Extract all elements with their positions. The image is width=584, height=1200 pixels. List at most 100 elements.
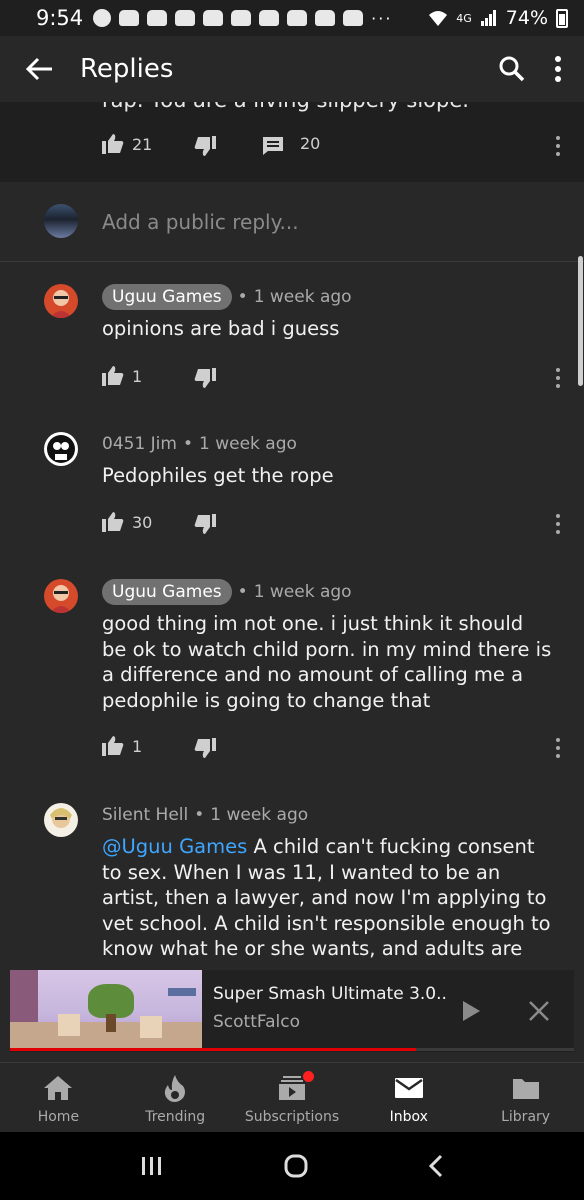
back-button[interactable] — [0, 36, 80, 102]
discord-notification-icon — [147, 10, 168, 26]
play-button[interactable] — [460, 1000, 482, 1026]
nav-library[interactable]: Library — [467, 1063, 584, 1132]
dislike-icon[interactable] — [194, 738, 216, 758]
nav-trending[interactable]: Trending — [117, 1063, 234, 1132]
avatar[interactable] — [44, 803, 78, 837]
parent-comment-actions: 21 20 — [102, 132, 320, 156]
search-button[interactable] — [498, 55, 526, 83]
like-icon[interactable] — [102, 512, 124, 532]
comment-actions: 30 — [102, 510, 216, 534]
like-count: 30 — [132, 512, 153, 532]
scrollbar[interactable] — [578, 256, 583, 386]
discord-notification-icon — [315, 10, 336, 26]
comment-mention[interactable]: @Uguu Games — [102, 835, 247, 858]
comment-text: @Uguu Games A child can't fucking consen… — [102, 834, 552, 987]
dislike-icon[interactable] — [194, 368, 216, 388]
play-icon — [463, 1001, 480, 1021]
page-title: Replies — [80, 54, 174, 84]
battery-percent: 74% — [505, 7, 548, 29]
reply-count-icon[interactable] — [262, 136, 284, 156]
comment-more-button[interactable] — [554, 736, 562, 760]
separator: • — [194, 805, 205, 825]
status-bar: 9:54 ··· 4G 74% — [0, 0, 584, 36]
comment-more-button[interactable] — [554, 366, 562, 390]
avatar[interactable] — [44, 284, 78, 318]
nav-subscriptions[interactable]: Subscriptions — [234, 1063, 351, 1132]
comment-time: 1 week ago — [199, 434, 297, 454]
discord-notification-icon — [203, 10, 224, 26]
parent-comment-text: rap. You are a living slippery slope. — [102, 102, 469, 112]
back-arrow-icon — [26, 57, 52, 81]
comment-text: good thing im not one. i just think it s… — [102, 612, 552, 712]
mini-player[interactable]: Super Smash Ultimate 3.0.. ScottFalco — [10, 970, 574, 1052]
progress-bar — [10, 1048, 417, 1051]
mini-player-title[interactable]: Super Smash Ultimate 3.0.. — [213, 984, 447, 1004]
notification-app-icon — [93, 9, 112, 27]
system-back-icon[interactable] — [428, 1154, 444, 1178]
add-reply-input[interactable]: Add a public reply... — [102, 210, 299, 234]
nav-home[interactable]: Home — [0, 1063, 117, 1132]
comment-time: 1 week ago — [253, 582, 352, 602]
replies-list[interactable]: rap. You are a living slippery slope. 21… — [0, 102, 584, 1062]
user-avatar — [44, 204, 78, 238]
like-count: 1 — [132, 366, 143, 386]
comment-text: opinions are bad i guess — [102, 317, 340, 340]
discord-notification-icon — [259, 10, 280, 26]
comment-text: Pedophiles get the rope — [102, 464, 334, 487]
like-count: 21 — [132, 134, 153, 154]
like-count: 1 — [132, 736, 143, 756]
discord-notification-icon — [119, 10, 140, 26]
notification-overflow: ··· — [371, 8, 393, 28]
like-icon[interactable] — [102, 366, 124, 386]
like-icon[interactable] — [102, 134, 124, 154]
separator: • — [237, 287, 248, 307]
separator: • — [182, 434, 193, 454]
avatar[interactable] — [44, 432, 78, 466]
discord-notification-icon — [343, 10, 364, 26]
home-icon — [44, 1076, 73, 1100]
like-icon[interactable] — [102, 736, 124, 756]
comment-actions: 1 — [102, 364, 216, 388]
subscriptions-icon — [278, 1076, 305, 1100]
battery-icon — [556, 8, 568, 28]
comment-author[interactable]: 0451 Jim — [102, 434, 177, 454]
wifi-icon — [429, 11, 448, 26]
search-icon — [499, 56, 525, 82]
close-button[interactable] — [528, 1000, 550, 1026]
comment-time: 1 week ago — [210, 805, 309, 825]
nav-inbox[interactable]: Inbox — [350, 1063, 467, 1132]
comment-author[interactable]: Silent Hell — [102, 805, 188, 825]
discord-notification-icon — [287, 10, 308, 26]
more-vert-icon — [555, 56, 561, 82]
recent-apps-icon[interactable] — [140, 1155, 164, 1177]
nav-trending-label: Trending — [145, 1109, 206, 1125]
discord-notification-icon — [231, 10, 252, 26]
home-button-icon[interactable] — [283, 1153, 309, 1179]
dislike-icon[interactable] — [194, 136, 216, 156]
mini-player-channel[interactable]: ScottFalco — [213, 1012, 300, 1032]
discord-notification-icon — [175, 10, 196, 26]
mini-player-thumbnail[interactable] — [10, 970, 202, 1048]
status-time: 9:54 — [36, 6, 84, 30]
more-options-button[interactable] — [554, 56, 562, 82]
library-folder-icon — [512, 1079, 539, 1099]
comment-author[interactable]: Uguu Games — [102, 579, 232, 605]
avatar[interactable] — [44, 579, 78, 613]
comment-author[interactable]: Uguu Games — [102, 284, 232, 310]
inbox-mail-icon — [394, 1078, 423, 1098]
close-icon — [529, 1001, 549, 1021]
bottom-navigation: Home Trending Subscriptions Inbox Librar… — [0, 1062, 584, 1132]
network-type-label: 4G — [456, 11, 472, 25]
trending-flame-icon — [165, 1075, 186, 1102]
app-bar: Replies — [0, 36, 584, 102]
separator: • — [237, 582, 248, 602]
notification-icons — [93, 9, 364, 27]
comment-more-button[interactable] — [554, 512, 562, 536]
signal-strength-icon — [480, 10, 496, 26]
comment-time: 1 week ago — [253, 287, 352, 307]
nav-inbox-label: Inbox — [389, 1109, 428, 1125]
dislike-icon[interactable] — [194, 514, 216, 534]
notification-badge — [302, 1071, 314, 1082]
nav-library-label: Library — [501, 1109, 551, 1125]
comment-more-button[interactable] — [554, 134, 562, 158]
